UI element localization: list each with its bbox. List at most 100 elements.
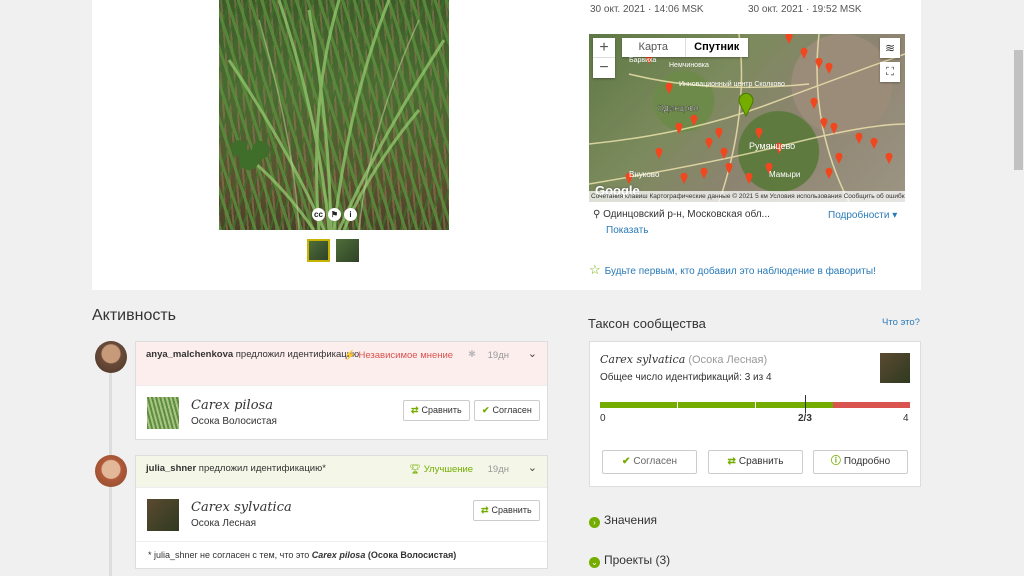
bar-divider [755,400,756,410]
layers-icon[interactable]: ≋ [880,38,900,58]
disagree-taxon[interactable]: Carex pilosa [312,550,366,560]
improving-tag: 🏆︎ Улучшение [409,463,473,477]
location-map[interactable]: Одинцово Инновационный центр Сколково Не… [589,34,905,202]
what-is-this-link[interactable]: Что это? [882,317,920,328]
card-body: Carex pilosa Осока Волосистая ⇄ Сравнить … [136,385,547,439]
favorite-text: Будьте первым, кто добавил это наблюдени… [604,266,876,277]
disagree-text: * julia_shner не согласен с тем, что это [148,550,312,560]
card-body: Carex sylvatica Осока Лесная ⇄ Сравнить [136,487,547,541]
button-label: Сравнить [491,505,532,515]
time-ago: 19дн [487,350,509,361]
action-text: предложил идентификацию [233,349,360,360]
community-taxon-box: Carex sylvatica (Осока Лесная) Общее чис… [589,341,921,487]
tag-label: Независимое мнение [358,350,454,361]
taxon-photo[interactable] [147,499,179,531]
taxon-photo[interactable] [880,353,910,383]
taxon-common-name[interactable]: Осока Волосистая [191,416,277,427]
taxon-scientific-name[interactable]: Carex sylvatica [191,500,292,515]
maverick-tag: ⚡ Независимое мнение [344,349,453,363]
identification-card: anya_malchenkova предложил идентификацию… [135,341,548,440]
agree-bar [600,402,833,408]
values-section-toggle[interactable]: › Значения [589,513,657,528]
taxon-common-name[interactable]: Осока Лесная [191,518,256,529]
compare-button[interactable]: ⇄ Сравнить [473,500,540,521]
scale-min: 0 [600,413,606,424]
taxon-scientific-name: Carex sylvatica [600,353,686,366]
identification-count: Общее число идентификаций: 3 из 4 [600,372,772,383]
taxon-photo[interactable] [147,397,179,429]
community-compare-button[interactable]: ⇄ Сравнить [708,450,803,474]
community-about-button[interactable]: ⓘ Подробно [813,450,908,474]
show-place-link[interactable]: Показать [606,225,649,236]
button-label: Сравнить [421,405,462,415]
check-icon: ✔ [482,405,490,415]
photo-thumbnail[interactable] [336,239,359,262]
card-header: anya_malchenkova предложил идентификацию… [136,342,547,385]
map-zoom-control: + − [593,38,615,78]
section-label: Проекты (3) [604,553,671,567]
map-attribution[interactable]: Сочетания клавиш Картографические данные… [589,191,905,202]
compare-icon: ⇄ [481,505,489,515]
map-type-satellite[interactable]: Спутник [684,38,749,57]
compare-icon: ⇄ [411,405,419,415]
check-icon: ✔ [621,456,631,467]
community-agree-button[interactable]: ✔ Согласен [602,450,697,474]
map-label: Инновационный центр Сколково [679,80,785,88]
chevron-down-icon[interactable]: ⌄ [528,461,537,475]
zoom-out-button[interactable]: − [593,58,615,78]
info-icon[interactable]: i [344,208,357,221]
bug-icon: ✱ [468,349,476,360]
map-type-control: Карта Спутник [622,38,748,57]
bar-divider [677,400,678,410]
avatar[interactable] [95,455,127,487]
user-link[interactable]: julia_shner [146,463,196,474]
map-label: Румянцево [749,141,795,151]
compare-button[interactable]: ⇄ Сравнить [403,400,470,421]
tag-label: Улучшение [423,464,474,475]
favorite-link[interactable]: ☆ Будьте первым, кто добавил это наблюден… [589,262,876,278]
chevron-down-icon: ⌄ [589,557,600,568]
place-details-link[interactable]: Подробности ▾ [828,210,897,221]
observation-photo[interactable] [219,0,449,230]
scrollbar-thumb[interactable] [1014,50,1023,170]
flag-icon[interactable]: ⚑ [328,208,341,221]
avatar[interactable] [95,341,127,373]
threshold-marker [805,395,806,413]
button-label: Согласен [633,456,678,467]
button-label: Согласен [492,405,532,415]
cc-icon[interactable]: cc [312,208,325,221]
map-label: Одинцово [657,103,699,113]
star-icon: ☆ [589,262,601,277]
activity-title: Активность [92,307,177,324]
map-label: Немчиновка [669,62,709,69]
place-name: Одинцовский р-н, Московская обл... [603,209,770,220]
button-label: Подробно [843,456,891,467]
fullscreen-icon[interactable]: ⛶ [880,62,900,82]
time-ago: 19дн [487,464,509,475]
user-link[interactable]: anya_malchenkova [146,349,233,360]
scale-max: 4 [903,413,909,424]
observation-location-pin [738,92,754,118]
disagree-common: (Осока Волосистая) [365,550,457,560]
place-row: ⚲ Одинцовский р-н, Московская обл... [593,209,770,220]
info-icon: ⓘ [830,456,841,467]
agree-button[interactable]: ✔ Согласен [474,400,540,421]
trophy-icon: 🏆︎ [409,464,424,475]
section-label: Значения [604,513,658,527]
map-label: Внуково [629,170,660,179]
zoom-in-button[interactable]: + [593,38,615,58]
map-label: Барвиха [629,57,656,64]
projects-section-toggle[interactable]: ⌄ Проекты (3) [589,553,670,568]
card-header: julia_shner предложил идентификацию* 🏆︎ … [136,456,547,487]
map-type-map[interactable]: Карта [622,38,685,57]
photo-thumbnail[interactable] [307,239,330,262]
map-label: Мамыри [769,170,800,179]
chevron-down-icon[interactable]: ⌄ [528,347,537,361]
taxon-scientific-name[interactable]: Carex pilosa [191,398,273,413]
chevron-right-icon: › [589,517,600,528]
disagree-bar [833,402,910,408]
community-taxon-title: Таксон сообщества [588,316,706,331]
disagreement-note: * julia_shner не согласен с тем, что это… [136,541,547,568]
taxon-common-name: (Осока Лесная) [688,354,768,366]
community-taxon-name[interactable]: Carex sylvatica (Осока Лесная) [600,353,767,366]
